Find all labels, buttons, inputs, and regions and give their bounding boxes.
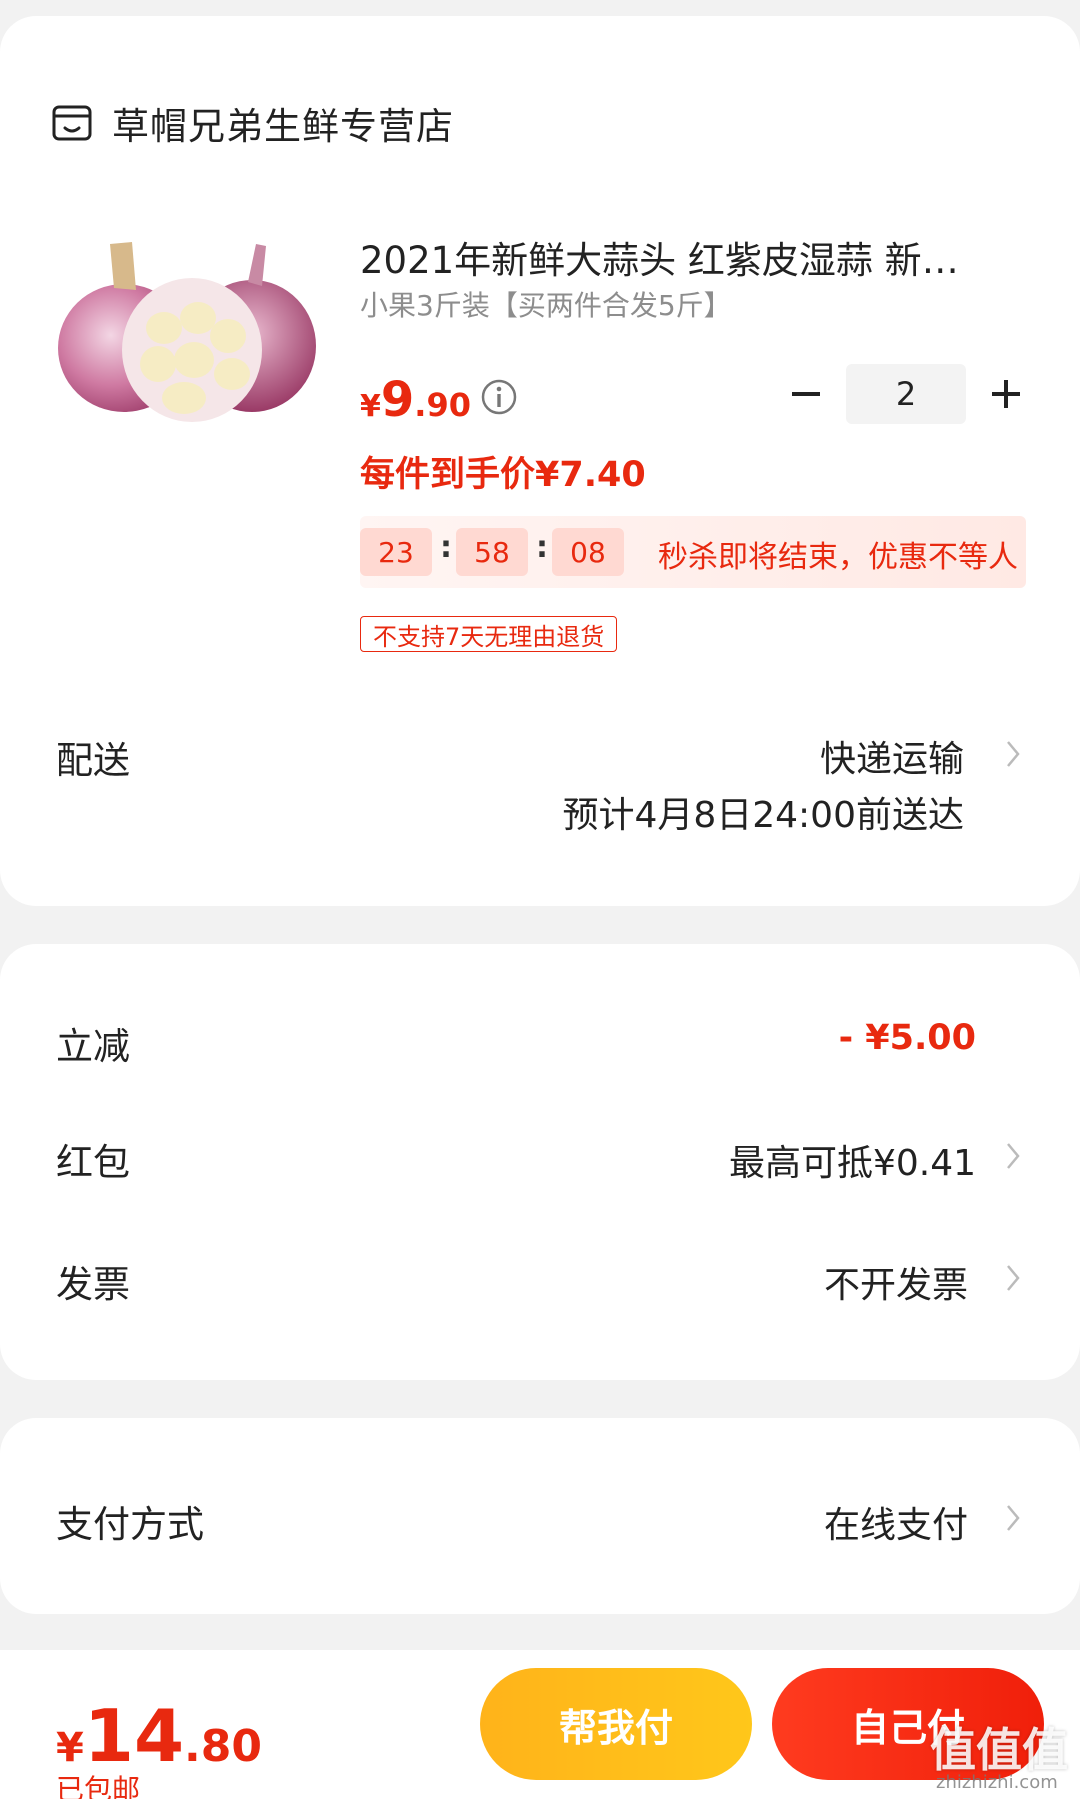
flash-sale-countdown: 23 : 58 : 08 秒杀即将结束，优惠不等人 [360, 516, 1026, 588]
checkout-bar: ¥14.80 已包邮 帮我付 自己付 [0, 1650, 1080, 1799]
order-item-card: 草帽兄弟生鲜专营店 2021年新鲜大蒜头 红紫皮湿蒜 新鲜大蒜 小果3斤装【买两… [0, 16, 1080, 906]
product-price: ¥9.90 [360, 372, 471, 428]
order-total: ¥14.80 [56, 1694, 262, 1778]
increase-quantity-button[interactable] [986, 374, 1026, 414]
chevron-right-icon[interactable] [1004, 1140, 1022, 1172]
countdown-separator: : [440, 530, 452, 565]
decrease-quantity-button[interactable] [786, 374, 826, 414]
free-shipping-label: 已包邮 [56, 1773, 141, 1799]
garlic-product-image[interactable] [52, 238, 324, 438]
info-icon[interactable] [480, 378, 518, 416]
countdown-seconds: 08 [552, 528, 624, 576]
instant-discount-value: - ¥5.00 [838, 1018, 976, 1058]
flash-sale-text: 秒杀即将结束，优惠不等人 [658, 540, 1018, 575]
payment-method-label: 支付方式 [56, 1503, 204, 1546]
delivery-eta: 预计4月8日24:00前送达 [562, 795, 964, 836]
product-title[interactable]: 2021年新鲜大蒜头 红紫皮湿蒜 新鲜大蒜 [360, 230, 970, 284]
delivery-method[interactable]: 快递运输 [820, 730, 964, 782]
chevron-right-icon[interactable] [1004, 1262, 1022, 1294]
site-watermark-domain: zhizhizhi.com [936, 1772, 1058, 1793]
store-name[interactable]: 草帽兄弟生鲜专营店 [112, 96, 454, 150]
discount-card: 立减 - ¥5.00 红包 最高可抵¥0.41 发票 不开发票 [0, 944, 1080, 1380]
delivery-label: 配送 [56, 739, 130, 782]
unit-price-after-discount: 每件到手价¥7.40 [360, 455, 646, 495]
chevron-right-icon[interactable] [1004, 738, 1022, 770]
invoice-value[interactable]: 不开发票 [824, 1256, 968, 1308]
help-me-pay-button[interactable]: 帮我付 [480, 1668, 752, 1780]
product-spec[interactable]: 小果3斤装【买两件合发5斤】 [360, 284, 732, 324]
countdown-separator: : [536, 530, 548, 565]
invoice-label: 发票 [56, 1263, 130, 1306]
payment-method-value[interactable]: 在线支付 [824, 1496, 968, 1548]
red-packet-label: 红包 [56, 1141, 130, 1184]
store-icon [52, 105, 92, 141]
payment-method-card: 支付方式 在线支付 [0, 1418, 1080, 1614]
instant-discount-label: 立减 [56, 1025, 130, 1068]
chevron-right-icon[interactable] [1004, 1502, 1022, 1534]
countdown-hours: 23 [360, 528, 432, 576]
return-policy-badge: 不支持7天无理由退货 [360, 616, 618, 652]
red-packet-value[interactable]: 最高可抵¥0.41 [729, 1134, 976, 1186]
site-watermark: 值值值 [930, 1723, 1068, 1777]
countdown-minutes: 58 [456, 528, 528, 576]
quantity-input[interactable]: 2 [846, 364, 966, 424]
